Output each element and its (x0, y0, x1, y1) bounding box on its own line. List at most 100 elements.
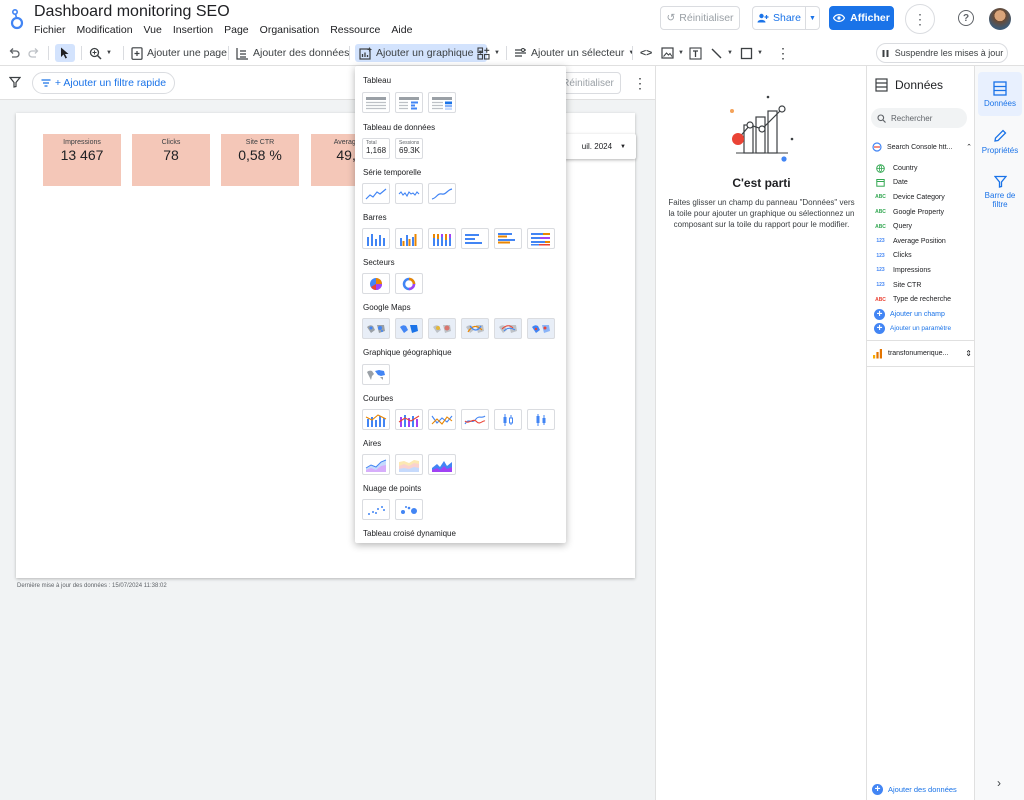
chart-option-donut[interactable] (395, 273, 423, 294)
help-icon[interactable]: ? (958, 10, 974, 26)
avatar[interactable] (989, 8, 1011, 30)
reset-button[interactable]: ↺ Réinitialiser (660, 6, 740, 30)
more-vert-icon[interactable]: ⋮ (633, 75, 647, 92)
chart-option-connection-map[interactable] (494, 318, 522, 339)
shape-button[interactable]: ▼ (740, 44, 763, 62)
field-item-impressions[interactable]: 123 Impressions (874, 263, 951, 278)
data-panel-header: Données (875, 78, 943, 92)
chart-option-candlestick-filled[interactable] (527, 409, 555, 430)
chart-option-smoothed-time-series[interactable] (428, 183, 456, 204)
chart-option-100-stacked-area[interactable] (428, 454, 456, 475)
chart-option-combo-map[interactable] (527, 318, 555, 339)
chart-option-candlestick[interactable] (494, 409, 522, 430)
field-search-input[interactable]: Rechercher (871, 108, 967, 128)
chart-option-scorecard[interactable]: Total 1,168 (362, 138, 390, 159)
menu-insertion[interactable]: Insertion (173, 24, 213, 36)
more-options-button[interactable]: ⋮ (905, 4, 935, 34)
add-quick-filter-button[interactable]: + Ajouter un filtre rapide (32, 72, 175, 94)
field-item-search-type[interactable]: ABC Type de recherche (874, 292, 951, 307)
image-button[interactable]: ▼ (661, 44, 684, 62)
field-item-clicks[interactable]: 123 Clicks (874, 249, 951, 264)
scorecard-impressions[interactable]: Impressions 13 467 (43, 134, 121, 186)
line-button[interactable]: ▼ (710, 44, 733, 62)
chart-option-time-series[interactable] (362, 183, 390, 204)
chart-option-table-heatmap[interactable] (428, 92, 456, 113)
chart-option-smooth-line[interactable] (461, 409, 489, 430)
chart-option-grouped-column[interactable] (395, 228, 423, 249)
chart-option-pie[interactable] (362, 273, 390, 294)
field-item-google-property[interactable]: ABC Google Property (874, 205, 951, 220)
tab-properties[interactable]: Propriétés (978, 120, 1022, 164)
chart-option-stacked-area[interactable] (395, 454, 423, 475)
chart-option-geo-chart[interactable] (362, 364, 390, 385)
date-range-control[interactable]: uil. 2024 ▼ (564, 134, 636, 159)
pause-updates-button[interactable]: Suspendre les mises à jour (876, 43, 1008, 63)
menu-page[interactable]: Page (224, 24, 249, 36)
chart-option-scorecard-compact[interactable]: Sessions 69.3K (395, 138, 423, 159)
add-data-button[interactable]: Ajouter des données (236, 44, 349, 62)
add-page-label: Ajouter une page (147, 47, 227, 59)
chart-option-stacked-column[interactable] (428, 228, 456, 249)
chart-option-combo[interactable] (362, 409, 390, 430)
chart-option-line-chart[interactable] (428, 409, 456, 430)
chart-option-bar[interactable] (461, 228, 489, 249)
chart-option-scatter[interactable] (362, 499, 390, 520)
field-item-date[interactable]: Date (874, 176, 951, 191)
menu-organisation[interactable]: Organisation (260, 24, 320, 36)
share-options-button[interactable]: ▼ (806, 6, 820, 30)
field-item-site-ctr[interactable]: 123 Site CTR (874, 278, 951, 293)
more-vert-icon[interactable]: ⋮ (776, 44, 790, 62)
chart-option-stacked-bar[interactable] (527, 228, 555, 249)
menu-aide[interactable]: Aide (391, 24, 412, 36)
menu-vue[interactable]: Vue (144, 24, 162, 36)
scorecard-label: Impressions (63, 139, 101, 146)
data-source-selector[interactable]: Search Console htt... ⌃ (872, 139, 972, 155)
bubble-map-icon (367, 324, 385, 333)
chart-option-heatmap[interactable] (428, 318, 456, 339)
chart-option-stacked-combo[interactable] (395, 409, 423, 430)
menu-ressource[interactable]: Ressource (330, 24, 380, 36)
field-item-query[interactable]: ABC Query (874, 219, 951, 234)
add-chart-button[interactable]: Ajouter un graphique ▼ (355, 44, 488, 62)
add-component-button[interactable]: ▼ (477, 44, 500, 62)
text-box-icon[interactable] (689, 44, 702, 62)
report-title[interactable]: Dashboard monitoring SEO (34, 3, 230, 21)
scorecard-site-ctr[interactable]: Site CTR 0,58 % (221, 134, 299, 186)
field-item-average-position[interactable]: 123 Average Position (874, 234, 951, 249)
scorecard-clicks[interactable]: Clicks 78 (132, 134, 210, 186)
zoom-button[interactable]: ▼ (89, 44, 112, 62)
chart-option-table-bars[interactable] (395, 92, 423, 113)
looker-studio-logo[interactable] (8, 8, 26, 30)
add-parameter-button[interactable]: + Ajouter un paramètre (874, 322, 951, 337)
chart-option-bubble[interactable] (395, 499, 423, 520)
chart-option-line-map[interactable] (461, 318, 489, 339)
add-page-button[interactable]: Ajouter une page (131, 44, 227, 62)
view-button[interactable]: Afficher (829, 6, 894, 30)
text-type-icon: ABC (875, 209, 886, 216)
chart-option-area[interactable] (362, 454, 390, 475)
add-data-source-button[interactable]: + Ajouter des données (872, 784, 957, 795)
chart-option-sparkline[interactable] (395, 183, 423, 204)
chart-option-table[interactable] (362, 92, 390, 113)
tab-filter-bar[interactable]: Barre de filtre (978, 168, 1022, 216)
tab-data[interactable]: Données (978, 72, 1022, 116)
line-icon (711, 48, 722, 58)
undo-icon[interactable] (8, 44, 20, 62)
redo-icon[interactable] (28, 44, 40, 62)
menu-modification[interactable]: Modification (77, 24, 133, 36)
share-button[interactable]: Share (752, 6, 806, 30)
chart-option-filled-map[interactable] (395, 318, 423, 339)
chart-option-column[interactable] (362, 228, 390, 249)
embed-code-icon[interactable]: <> (640, 44, 652, 62)
getting-started-illustration (730, 95, 794, 162)
select-tool-icon[interactable] (55, 44, 75, 62)
field-item-device-category[interactable]: ABC Device Category (874, 190, 951, 205)
add-field-button[interactable]: + Ajouter un champ (874, 307, 951, 322)
add-control-button[interactable]: Ajouter un sélecteur ▼ (514, 44, 634, 62)
chevron-right-icon[interactable]: › (997, 776, 1001, 790)
second-data-source-selector[interactable]: transfonumerique... ⇕ (872, 348, 972, 359)
chart-option-grouped-bar[interactable] (494, 228, 522, 249)
field-item-country[interactable]: Country (874, 161, 951, 176)
menu-fichier[interactable]: Fichier (34, 24, 66, 36)
chart-option-bubble-map[interactable] (362, 318, 390, 339)
